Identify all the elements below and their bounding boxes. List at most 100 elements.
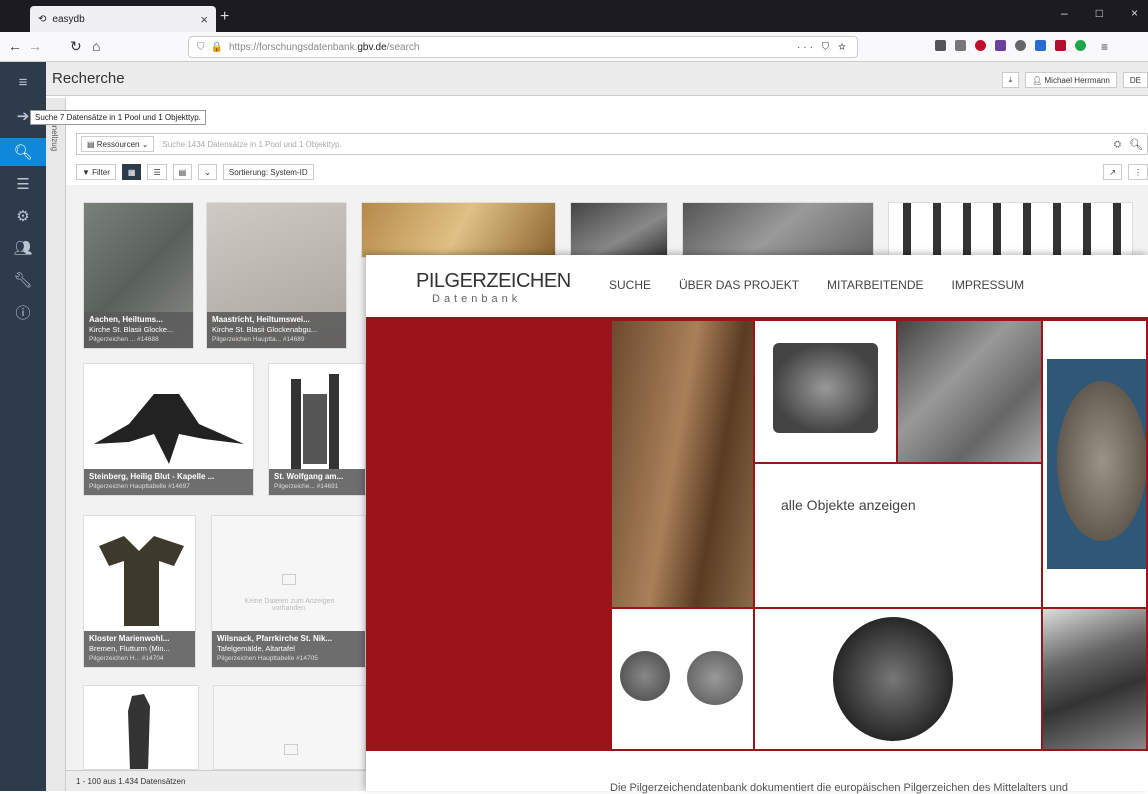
result-card[interactable] bbox=[888, 202, 1133, 258]
card-image bbox=[889, 203, 1132, 257]
result-card[interactable]: St. Wolfgang am... Pilgerzeiche... #14691 bbox=[268, 363, 366, 496]
card-caption: Steinberg, Heilig Blut - Kapelle ... Pilg… bbox=[84, 469, 253, 495]
lock-icon: 🔒 bbox=[210, 41, 223, 53]
more-button[interactable]: ⋮ bbox=[1128, 164, 1148, 180]
result-card[interactable]: Kloster Marienwohl... Bremen, Flutturm (M… bbox=[83, 515, 196, 668]
view-dropdown[interactable]: ⌄ bbox=[198, 164, 217, 180]
image-placeholder-icon bbox=[284, 744, 298, 755]
language-button[interactable]: DE bbox=[1122, 72, 1148, 88]
browser-nav-bar: ← → ↻ ⌂ ⛉ 🔒 https://forschungsdatenbank.… bbox=[0, 32, 1148, 62]
ublock-icon[interactable] bbox=[975, 40, 986, 51]
image-placeholder-icon bbox=[282, 574, 296, 585]
search-input[interactable]: Suche 1434 Datensätze in 1 Pool und 1 Ob… bbox=[162, 140, 341, 149]
result-card[interactable] bbox=[83, 685, 199, 770]
list-view-button[interactable]: ☰ bbox=[147, 164, 167, 180]
extension-icon[interactable] bbox=[995, 40, 1006, 51]
tile-badge-oval[interactable] bbox=[1041, 319, 1148, 609]
card-caption: Maastricht, Heiltumswei... Kirche St. Bla… bbox=[207, 312, 346, 348]
grid-view-button[interactable]: ▦ bbox=[121, 164, 142, 180]
tile-badge-relief[interactable] bbox=[896, 319, 1043, 464]
table-view-button[interactable]: ▤ bbox=[172, 164, 193, 180]
url-bar[interactable]: ⛉ 🔒 https://forschungsdatenbank.gbv.de/s… bbox=[188, 36, 858, 58]
share-button[interactable]: ↗ bbox=[1103, 164, 1122, 180]
new-tab-icon[interactable]: + bbox=[220, 8, 229, 26]
result-card[interactable]: Aachen, Heiltums... Kirche St. Blasii Glo… bbox=[83, 202, 194, 349]
back-icon[interactable]: ← bbox=[8, 38, 22, 54]
tile-saint-statue[interactable] bbox=[610, 319, 755, 609]
list-icon[interactable]: ☰ bbox=[0, 170, 46, 198]
tile-alle-objekte[interactable]: alle Objekte anzeigen bbox=[753, 462, 1043, 609]
tile-coin[interactable] bbox=[753, 607, 1043, 751]
result-card[interactable]: Keine Dateien zum Anzeigen vorhanden. Wi… bbox=[211, 515, 366, 668]
filter-button[interactable]: ▼ Filter bbox=[76, 164, 116, 180]
info-icon[interactable]: ⓘ bbox=[0, 298, 46, 326]
card-image bbox=[571, 203, 667, 257]
tab-favicon-icon: ⟲ bbox=[38, 13, 47, 25]
minimize-icon[interactable]: – bbox=[1061, 6, 1068, 20]
tab-title: easydb bbox=[52, 13, 85, 25]
extensions-toolbar: ≡ bbox=[935, 40, 1108, 54]
result-card[interactable]: Maastricht, Heiltumswei... Kirche St. Bla… bbox=[206, 202, 347, 349]
card-caption: St. Wolfgang am... Pilgerzeiche... #14691 bbox=[269, 469, 365, 495]
card-image bbox=[683, 203, 873, 257]
result-card[interactable] bbox=[682, 202, 874, 258]
reload-icon[interactable]: ↻ bbox=[70, 38, 82, 55]
nav-suche[interactable]: SUCHE bbox=[609, 278, 651, 292]
extension-icon[interactable] bbox=[1015, 40, 1026, 51]
tile-image bbox=[620, 651, 670, 701]
tile-image bbox=[898, 321, 1041, 462]
tile-madonna[interactable] bbox=[1041, 607, 1148, 751]
forward-icon[interactable]: → bbox=[28, 38, 42, 54]
pilgerzeichen-website: PILGERZEICHEN Datenbank SUCHE ÜBER DAS P… bbox=[366, 255, 1148, 794]
close-window-icon[interactable]: × bbox=[1131, 6, 1138, 20]
quick-access-panel[interactable]: Schnellzug bbox=[46, 98, 66, 791]
users-icon[interactable]: 👥︎ bbox=[0, 234, 46, 262]
extension-icon[interactable] bbox=[1055, 40, 1066, 51]
settings-icon[interactable]: ⛭ bbox=[1114, 139, 1121, 150]
result-card[interactable] bbox=[570, 202, 668, 258]
card-image bbox=[362, 203, 555, 257]
window-controls: – □ × bbox=[1061, 6, 1148, 20]
card-image bbox=[84, 686, 198, 769]
wrench-icon[interactable]: 🔧︎ bbox=[0, 266, 46, 294]
resources-select[interactable]: ▤ Ressourcen ⌄ bbox=[81, 136, 155, 152]
search-submit-icon[interactable]: 🔍︎ bbox=[1129, 138, 1143, 151]
tile-two-badges[interactable] bbox=[610, 607, 755, 751]
result-toolbar: ▼ Filter ▦ ☰ ▤ ⌄ Sortierung: System-ID ↗… bbox=[76, 162, 1148, 182]
menu-icon[interactable]: ≡ bbox=[1101, 40, 1108, 54]
intro-text: Die Pilgerzeichendatenbank dokumentiert … bbox=[610, 782, 1068, 794]
result-card[interactable] bbox=[361, 202, 556, 258]
sort-select[interactable]: Sortierung: System-ID bbox=[222, 164, 314, 180]
tile-image bbox=[1043, 609, 1146, 749]
search-icon[interactable]: 🔍︎ bbox=[0, 138, 46, 166]
maximize-icon[interactable]: □ bbox=[1096, 6, 1103, 20]
user-button[interactable]: 👤︎ Michael Herrmann bbox=[1025, 72, 1117, 88]
card-caption: Kloster Marienwohl... Bremen, Flutturm (M… bbox=[84, 631, 195, 667]
tab-close-icon[interactable]: × bbox=[200, 12, 208, 27]
nav-projekt[interactable]: ÜBER DAS PROJEKT bbox=[679, 278, 799, 292]
home-icon[interactable]: ⌂ bbox=[92, 38, 100, 54]
sidebar-icon[interactable] bbox=[955, 40, 966, 51]
app-sidebar: ≡ ➔ 🔍︎ ☰ ⚙ 👥︎ 🔧︎ ⓘ bbox=[0, 62, 46, 791]
nav-impressum[interactable]: IMPRESSUM bbox=[952, 278, 1025, 292]
tile-image bbox=[1057, 381, 1146, 541]
url-actions-icon[interactable]: ··· ⛉ ☆ bbox=[797, 42, 849, 53]
page-title: Recherche bbox=[52, 70, 125, 87]
extension-icon[interactable] bbox=[1075, 40, 1086, 51]
result-card[interactable]: Steinberg, Heilig Blut - Kapelle ... Pilg… bbox=[83, 363, 254, 496]
tile-badge-square[interactable] bbox=[753, 319, 898, 464]
extension-icon[interactable] bbox=[1035, 40, 1046, 51]
download-button[interactable]: ⤓ bbox=[1001, 72, 1020, 88]
browser-tab-bar: ⟲ easydb × + – □ × bbox=[0, 0, 1148, 32]
alle-objekte-link[interactable]: alle Objekte anzeigen bbox=[781, 497, 916, 513]
cogs-icon[interactable]: ⚙ bbox=[0, 202, 46, 230]
library-icon[interactable] bbox=[935, 40, 946, 51]
red-banner bbox=[366, 319, 610, 751]
nav-mitarbeitende[interactable]: MITARBEITENDE bbox=[827, 278, 923, 292]
site-logo[interactable]: PILGERZEICHEN bbox=[416, 270, 571, 293]
tile-image bbox=[612, 321, 753, 607]
hamburger-icon[interactable]: ≡ bbox=[0, 68, 46, 96]
result-card[interactable] bbox=[213, 685, 366, 770]
shield-icon: ⛉ bbox=[197, 41, 205, 53]
browser-tab[interactable]: ⟲ easydb × bbox=[30, 6, 216, 32]
